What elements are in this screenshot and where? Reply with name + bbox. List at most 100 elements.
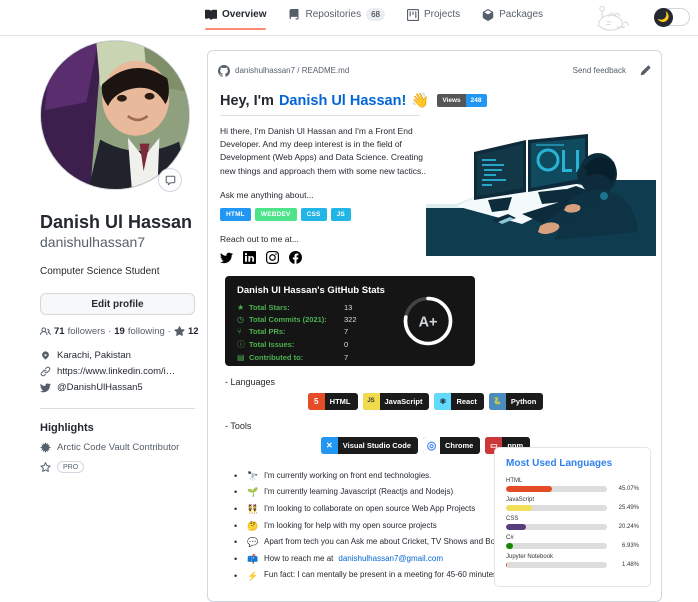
rank-circle: A+ bbox=[403, 296, 453, 345]
pencil-icon[interactable] bbox=[640, 65, 651, 76]
instagram-icon[interactable] bbox=[266, 250, 279, 264]
profile-sidebar: Danish Ul Hassan danishulhassan7 Compute… bbox=[40, 40, 199, 473]
most-used-languages-card: Most Used Languages HTML 45.07% JavaScri… bbox=[494, 447, 651, 588]
telescope-emoji: 🔭 bbox=[247, 470, 259, 481]
profile-website[interactable]: https://www.linkedin.com/in/danish-ul ..… bbox=[40, 366, 195, 377]
list-item-text: How to reach me at bbox=[264, 553, 334, 563]
heading-name: Danish Ul Hassan! bbox=[278, 92, 407, 109]
language-label: Jupyter Notebook bbox=[506, 554, 554, 561]
profile-tabs: Overview Repositories 68 Projects Packag… bbox=[205, 8, 543, 30]
tech-badge-vscode[interactable]: ✕ Visual Studio Code bbox=[320, 436, 418, 454]
language-track bbox=[506, 524, 607, 531]
comment-icon bbox=[165, 175, 175, 185]
language-percent: 6.93% bbox=[621, 543, 639, 550]
readme-path-group[interactable]: danishulhassan7 / README.md bbox=[218, 64, 350, 77]
stars-count[interactable]: 12 bbox=[188, 326, 199, 337]
heading-rule bbox=[220, 115, 420, 116]
list-item-text: I'm looking to collaborate on open sourc… bbox=[264, 503, 476, 513]
tab-projects[interactable]: Projects bbox=[406, 8, 460, 30]
stat-label: Total Issues: bbox=[249, 339, 295, 349]
stat-value: 0 bbox=[344, 339, 349, 349]
readme-path: danishulhassan7 / README.md bbox=[235, 66, 350, 75]
tech-badge-python[interactable]: 🐍 Python bbox=[488, 392, 544, 410]
tab-repositories[interactable]: Repositories 68 bbox=[288, 8, 385, 30]
language-bar-csharp: C# 6.93% bbox=[506, 535, 639, 550]
repo-icon: ▤ bbox=[237, 352, 245, 362]
skill-badge-css[interactable]: CSS bbox=[300, 207, 327, 221]
most-used-languages-title: Most Used Languages bbox=[506, 458, 613, 470]
profile-twitter[interactable]: @DanishUlHassan5 bbox=[40, 382, 195, 393]
repo-icon bbox=[289, 8, 299, 19]
following-label: following bbox=[127, 326, 165, 337]
twitter-icon[interactable] bbox=[220, 251, 233, 264]
clock-icon: ◷ bbox=[237, 314, 244, 324]
linkedin-icon[interactable] bbox=[243, 250, 256, 264]
pro-badge: PRO bbox=[57, 461, 85, 473]
arctic-vault-icon bbox=[40, 442, 51, 453]
book-icon bbox=[205, 9, 217, 20]
language-label: HTML bbox=[506, 478, 523, 485]
tech-badge-chrome[interactable]: ◎ Chrome bbox=[423, 436, 481, 454]
link-icon bbox=[40, 366, 51, 377]
highlight-arctic-vault[interactable]: Arctic Code Vault Contributor bbox=[40, 442, 195, 453]
stat-label: Total PRs: bbox=[249, 326, 286, 336]
language-label: C# bbox=[506, 535, 514, 542]
tech-badge-react[interactable]: ⚛ React bbox=[434, 392, 484, 410]
stat-separator-2: · bbox=[167, 326, 171, 337]
dark-mode-toggle[interactable]: 🌙 bbox=[654, 8, 690, 27]
language-label: JavaScript bbox=[506, 497, 535, 504]
stat-value: 7 bbox=[344, 326, 349, 336]
language-percent: 45.07% bbox=[618, 486, 639, 493]
edit-profile-button[interactable]: Edit profile bbox=[40, 293, 195, 315]
readme-card: danishulhassan7 / README.md Send feedbac… bbox=[207, 50, 662, 602]
pull-request-icon: ⑂ bbox=[237, 326, 242, 336]
project-icon bbox=[406, 8, 419, 21]
language-track bbox=[506, 562, 607, 569]
email-link[interactable]: danishulhassan7@gmail.com bbox=[338, 552, 443, 567]
followers-label: followers bbox=[67, 326, 106, 337]
list-item-text: Fun fact: I can mentally be present in a… bbox=[264, 570, 500, 580]
tech-badge-label: React bbox=[456, 396, 477, 406]
language-bar-css: CSS 20.24% bbox=[506, 516, 639, 531]
seedling-emoji: 🌱 bbox=[247, 487, 259, 498]
language-fill bbox=[506, 524, 527, 531]
chrome-icon: ◎ bbox=[423, 436, 440, 454]
views-badge-count: 248 bbox=[465, 94, 487, 107]
tech-badge-html[interactable]: 5 HTML bbox=[307, 392, 358, 410]
language-fill bbox=[506, 543, 513, 550]
send-feedback-link[interactable]: Send feedback bbox=[573, 66, 626, 75]
language-label: CSS bbox=[506, 516, 519, 523]
tab-overview[interactable]: Overview bbox=[205, 9, 267, 30]
people-icon bbox=[40, 327, 51, 335]
skill-badge-js[interactable]: JS bbox=[330, 207, 351, 221]
profile-location-text: Karachi, Pakistan bbox=[57, 350, 131, 361]
language-bar-javascript: JavaScript 25.49% bbox=[506, 497, 639, 512]
stat-value: 13 bbox=[344, 302, 353, 312]
tab-overview-label: Overview bbox=[222, 9, 267, 20]
views-badge: Views 248 bbox=[437, 94, 487, 107]
star-outline-icon bbox=[40, 461, 51, 472]
skill-badge-html[interactable]: HTML bbox=[220, 207, 251, 221]
stat-label: Total Stars: bbox=[249, 302, 290, 312]
views-badge-label: Views bbox=[437, 94, 466, 107]
list-item-text: I'm currently working on front end techn… bbox=[264, 470, 432, 480]
tab-packages[interactable]: Packages bbox=[482, 8, 543, 30]
github-stats-card: Danish Ul Hassan's GitHub Stats ★ Total … bbox=[225, 275, 475, 366]
following-count[interactable]: 19 bbox=[114, 326, 125, 337]
languages-section-label: - Languages bbox=[225, 376, 276, 387]
star-icon: ★ bbox=[237, 302, 245, 312]
html5-icon: 5 bbox=[307, 392, 325, 410]
set-status-button[interactable] bbox=[158, 168, 182, 192]
followers-count[interactable]: 71 bbox=[54, 326, 65, 337]
thinking-emoji: 🤔 bbox=[247, 520, 259, 531]
skill-badge-webdev[interactable]: WEBDEV bbox=[254, 207, 297, 221]
readme-heading: Hey, I'm Danish Ul Hassan! 👋 Views 248 bbox=[220, 92, 649, 109]
star-icon bbox=[174, 326, 185, 336]
highlight-pro: PRO bbox=[40, 461, 195, 473]
octocat-icon bbox=[218, 64, 230, 77]
readme-intro: Hi there, I'm Danish Ul Hassan and I'm a… bbox=[220, 126, 429, 176]
tech-badge-javascript[interactable]: JS JavaScript bbox=[362, 392, 430, 410]
language-fill bbox=[506, 562, 508, 569]
facebook-icon[interactable] bbox=[289, 250, 302, 264]
moon-icon: 🌙 bbox=[654, 8, 673, 27]
